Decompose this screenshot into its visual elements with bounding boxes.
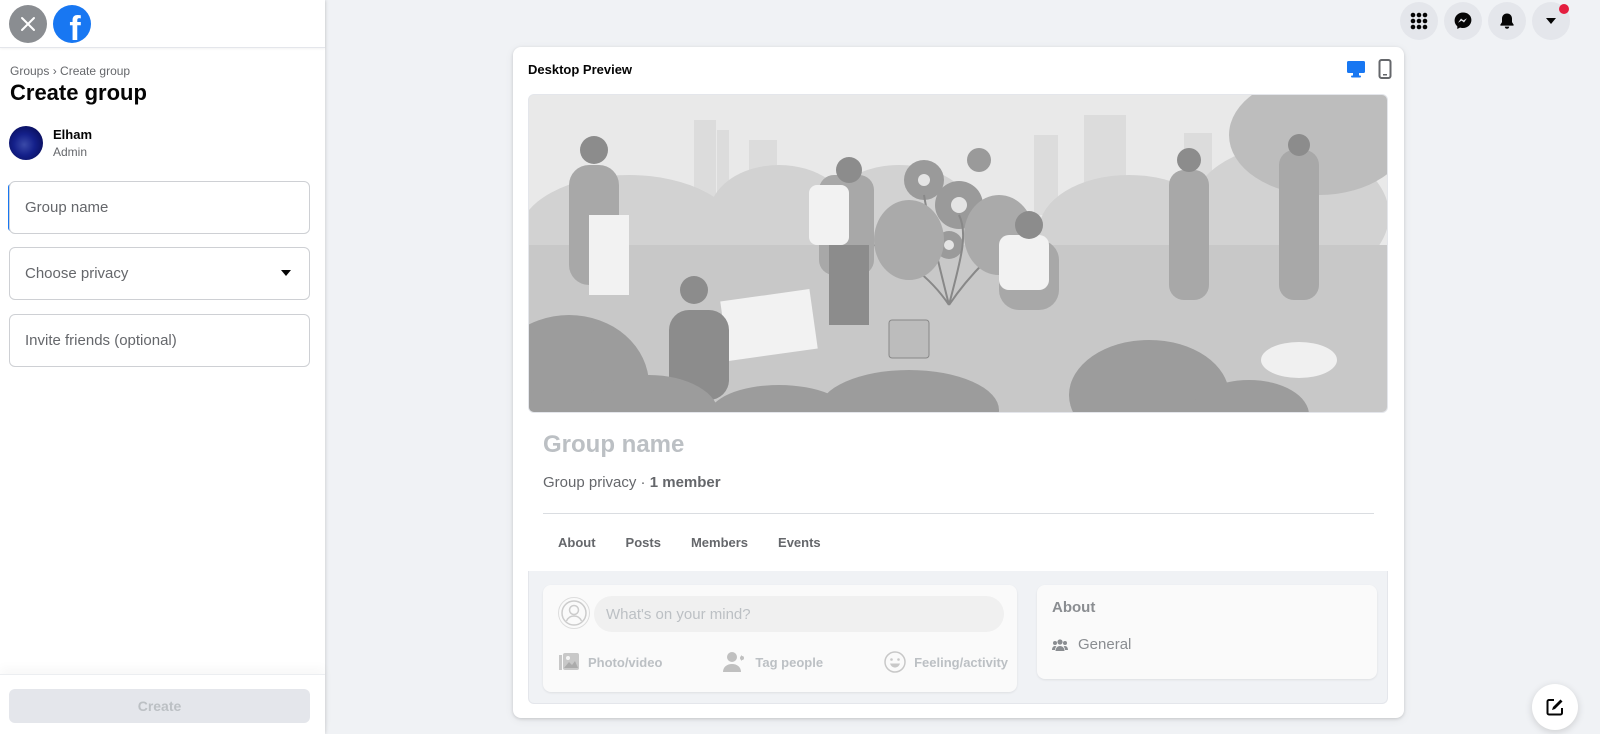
invite-friends-placeholder: Invite friends (optional) [25, 332, 177, 349]
breadcrumb-groups[interactable]: Groups [10, 64, 49, 78]
tab-posts[interactable]: Posts [611, 525, 676, 560]
notification-badge [1559, 4, 1569, 14]
photo-icon [559, 653, 579, 670]
close-icon [21, 16, 35, 31]
tab-events[interactable]: Events [763, 525, 836, 560]
panel-header: f [0, 0, 325, 48]
compose-icon [1546, 699, 1563, 716]
mobile-view-button[interactable] [1378, 59, 1392, 79]
facebook-logo-letter: f [69, 9, 81, 43]
avatar[interactable] [9, 126, 43, 160]
about-item-label: General [1078, 636, 1132, 653]
admin-name: Elham [53, 127, 93, 142]
composer-actions: Photo/video Tag people Feeling/activity [558, 651, 1008, 673]
account-caret-icon [1546, 18, 1556, 24]
create-group-panel: f Groups › Create group Create group Elh… [0, 0, 325, 734]
preview-tabs: About Posts Members Events [543, 525, 836, 560]
preview-divider [543, 513, 1374, 514]
notifications-bell-icon [1500, 13, 1514, 29]
invite-friends-input[interactable]: Invite friends (optional) [9, 314, 310, 367]
top-nav-icons [1400, 2, 1570, 40]
breadcrumb-separator: › [52, 64, 57, 78]
cover-photo [528, 94, 1388, 413]
create-button[interactable]: Create [9, 689, 310, 723]
tag-people-button[interactable]: Tag people [723, 651, 823, 673]
menu-button[interactable] [1400, 2, 1438, 40]
feeling-activity-button[interactable]: Feeling/activity [884, 651, 1008, 673]
admin-role: Admin [53, 145, 88, 159]
tag-people-icon [723, 652, 745, 672]
view-toggle [1346, 59, 1392, 79]
preview-privacy: Group privacy [543, 474, 637, 491]
community-garden-illustration [529, 95, 1387, 412]
meta-separator: · [636, 474, 650, 491]
composer-input[interactable]: What's on your mind? [594, 596, 1004, 632]
tab-members[interactable]: Members [676, 525, 763, 560]
about-title: About [1052, 599, 1096, 616]
group-name-input[interactable]: Group name [9, 181, 310, 234]
privacy-select[interactable]: Choose privacy [9, 247, 310, 300]
privacy-placeholder: Choose privacy [25, 265, 129, 282]
page-title: Create group [10, 80, 147, 105]
photo-video-label: Photo/video [588, 654, 663, 670]
preview-title: Desktop Preview [528, 62, 633, 77]
photo-video-button[interactable]: Photo/video [558, 651, 662, 673]
smiley-icon [884, 651, 906, 673]
user-placeholder-icon [561, 600, 587, 626]
caret-down-icon [281, 270, 291, 276]
facebook-logo[interactable]: f [53, 4, 91, 43]
preview-group-name: Group name [543, 431, 685, 458]
notifications-button[interactable] [1488, 2, 1526, 40]
group-name-placeholder: Group name [25, 199, 109, 216]
breadcrumb-create-group[interactable]: Create group [60, 64, 130, 78]
new-message-button[interactable] [1532, 684, 1578, 730]
composer-avatar [558, 597, 590, 629]
preview-body: What's on your mind? Photo/video Tag peo… [528, 571, 1388, 704]
about-privacy-item: General [1052, 636, 1131, 653]
tag-people-label: Tag people [755, 654, 824, 670]
about-card: About General [1037, 585, 1377, 679]
breadcrumb: Groups › Create group [10, 64, 130, 78]
admin-info: Elham Admin [9, 126, 92, 160]
desktop-view-button[interactable] [1346, 60, 1366, 78]
mobile-icon [1378, 59, 1392, 79]
panel-footer: Create [0, 674, 325, 734]
messenger-icon [1454, 12, 1472, 29]
messenger-button[interactable] [1444, 2, 1482, 40]
post-composer: What's on your mind? Photo/video Tag peo… [543, 585, 1017, 692]
account-button[interactable] [1532, 2, 1570, 40]
feeling-activity-label: Feeling/activity [914, 654, 1008, 670]
desktop-icon [1347, 61, 1365, 78]
preview-member-count: 1 member [649, 474, 721, 491]
tab-about[interactable]: About [543, 525, 611, 560]
menu-grid-icon [1410, 12, 1428, 30]
group-members-icon [1052, 638, 1068, 651]
desktop-preview-card: Desktop Preview Group name Group privacy… [513, 47, 1404, 718]
preview-group-meta: Group privacy · 1 member [543, 474, 721, 491]
close-button[interactable] [9, 4, 47, 43]
